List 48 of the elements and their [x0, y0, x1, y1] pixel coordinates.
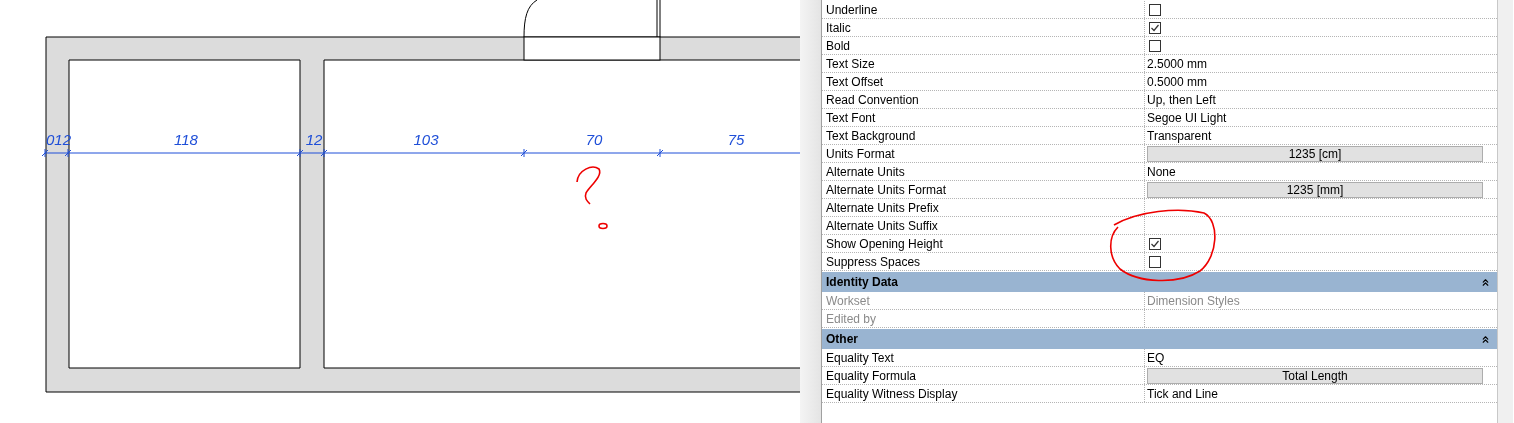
property-label: Bold — [826, 37, 851, 55]
dimension-value: 118 — [174, 131, 198, 148]
property-value: 0.5000 mm — [1147, 73, 1208, 91]
collapse-icon — [1480, 276, 1491, 288]
property-label: Alternate Units Prefix — [826, 199, 939, 217]
property-label: Suppress Spaces — [826, 253, 921, 271]
property-value: EQ — [1147, 349, 1165, 367]
question-mark-drawing — [576, 166, 608, 230]
property-label: Alternate Units Format — [826, 181, 947, 199]
property-label: Equality Witness Display — [826, 385, 958, 403]
property-label: Text Offset — [826, 73, 884, 91]
collapse-icon — [1480, 333, 1491, 345]
property-value: Up, then Left — [1147, 91, 1216, 109]
property-label: Italic — [826, 19, 851, 37]
property-value: Segoe UI Light — [1147, 109, 1227, 127]
property-label: Text Size — [826, 55, 875, 73]
property-label: Units Format — [826, 145, 895, 163]
property-label: Underline — [826, 1, 878, 19]
section-header[interactable]: Identity Data — [822, 272, 1497, 292]
property-value: None — [1147, 163, 1176, 181]
checkbox[interactable] — [1149, 3, 1161, 16]
property-label: Read Convention — [826, 91, 919, 109]
scrollbar[interactable] — [1498, 0, 1513, 423]
property-label: Text Background — [826, 127, 916, 145]
dimension-value: 12 — [305, 131, 323, 148]
checkbox[interactable] — [1149, 237, 1161, 250]
dimension-value: 75 — [727, 131, 745, 148]
property-value: Transparent — [1147, 127, 1212, 145]
checkbox[interactable] — [1149, 255, 1161, 268]
property-label: Text Font — [826, 109, 876, 127]
property-label: Alternate Units — [826, 163, 905, 181]
property-label: Equality Text — [826, 349, 894, 367]
section-header[interactable]: Other — [822, 329, 1497, 349]
format-button[interactable]: 1235 [mm] — [1147, 181, 1483, 198]
property-label: Equality Formula — [826, 367, 917, 385]
property-label: Edited by — [826, 310, 877, 328]
checkbox[interactable] — [1149, 39, 1161, 52]
checkbox[interactable] — [1149, 21, 1161, 34]
format-button[interactable]: Total Length — [1147, 367, 1483, 384]
property-label: Workset — [826, 292, 870, 310]
property-label: Alternate Units Suffix — [826, 217, 938, 235]
property-value: Tick and Line — [1147, 385, 1218, 403]
property-value: 2.5000 mm — [1147, 55, 1208, 73]
dimension-value: 70 — [585, 131, 603, 148]
property-value: Dimension Styles — [1147, 292, 1240, 310]
format-button[interactable]: 1235 [cm] — [1147, 145, 1483, 162]
dimension-value: 103 — [413, 131, 439, 148]
property-label: Show Opening Height — [826, 235, 943, 253]
